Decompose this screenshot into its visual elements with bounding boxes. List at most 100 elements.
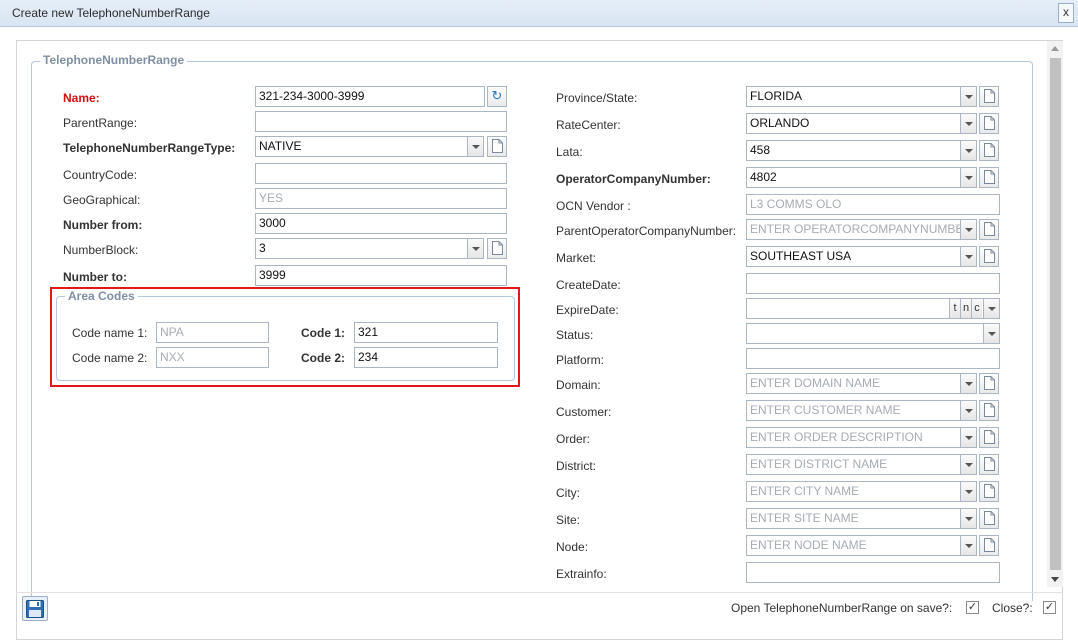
number-from-input[interactable]: 3000 (255, 213, 507, 234)
create-date-label: CreateDate: (556, 278, 621, 292)
parent-ocn-page-button[interactable] (979, 219, 999, 240)
node-select[interactable]: ENTER NODE NAME (746, 535, 977, 556)
lata-page-button[interactable] (979, 140, 999, 161)
rate-center-select[interactable]: ORLANDO (746, 113, 977, 134)
range-type-select[interactable]: NATIVE (255, 136, 483, 157)
page-icon (984, 170, 995, 184)
platform-label: Platform: (556, 353, 605, 367)
customer-select[interactable]: ENTER CUSTOMER NAME (746, 400, 977, 421)
scroll-thumb[interactable] (1050, 58, 1061, 570)
number-to-input[interactable]: 3999 (255, 265, 507, 286)
parent-ocn-select[interactable]: ENTER OPERATORCOMPANYNUMBER (746, 219, 977, 240)
refresh-icon: ↻ (491, 88, 503, 103)
number-block-dropdown-button[interactable] (467, 238, 484, 259)
order-select[interactable]: ENTER ORDER DESCRIPTION (746, 427, 977, 448)
number-block-page-button[interactable] (487, 238, 507, 259)
country-code-label: CountryCode: (63, 168, 138, 182)
expire-date-clear-button[interactable]: c (971, 299, 982, 318)
domain-dropdown-button[interactable] (960, 373, 977, 394)
code-name-2-label: Code name 2: (72, 351, 148, 365)
code-name-2-input[interactable]: NXX (156, 347, 269, 368)
domain-select[interactable]: ENTER DOMAIN NAME (746, 373, 977, 394)
market-page-button[interactable] (979, 246, 999, 267)
extrainfo-label: Extrainfo: (556, 567, 607, 581)
refresh-name-button[interactable]: ↻ (487, 86, 507, 107)
order-dropdown-button[interactable] (960, 427, 977, 448)
area-codes-legend: Area Codes (65, 289, 138, 303)
district-page-button[interactable] (979, 454, 999, 475)
node-dropdown-button[interactable] (960, 535, 977, 556)
parent-ocn-dropdown-button[interactable] (960, 219, 977, 240)
code-2-label: Code 2: (301, 351, 346, 365)
district-label: District: (556, 459, 596, 473)
expire-date-label: ExpireDate: (556, 303, 619, 317)
expire-date-dropdown-button[interactable] (983, 298, 1000, 319)
province-state-page-button[interactable] (979, 86, 999, 107)
market-dropdown-button[interactable] (960, 246, 977, 267)
operator-company-number-page-button[interactable] (979, 167, 999, 188)
close-button[interactable]: x (1058, 3, 1074, 23)
site-dropdown-button[interactable] (960, 508, 977, 529)
parent-range-input[interactable] (255, 111, 507, 132)
province-state-label: Province/State: (556, 91, 638, 105)
district-dropdown-button[interactable] (960, 454, 977, 475)
code-1-input[interactable]: 321 (354, 322, 498, 343)
city-select[interactable]: ENTER CITY NAME (746, 481, 977, 502)
customer-page-button[interactable] (979, 400, 999, 421)
rate-center-page-button[interactable] (979, 113, 999, 134)
domain-page-button[interactable] (979, 373, 999, 394)
code-name-1-input[interactable]: NPA (156, 322, 269, 343)
close-after-save-checkbox[interactable]: ✓ (1043, 601, 1056, 614)
name-label: Name: (63, 91, 100, 105)
range-type-page-button[interactable] (487, 136, 507, 157)
expire-date-now-button[interactable]: n (960, 299, 971, 318)
open-on-save-label: Open TelephoneNumberRange on save?: (731, 601, 953, 615)
page-icon (984, 249, 995, 263)
country-code-input[interactable] (255, 163, 507, 184)
number-block-select[interactable]: 3 (255, 238, 483, 259)
number-to-label: Number to: (63, 270, 127, 284)
market-select[interactable]: SOUTHEAST USA (746, 246, 977, 267)
province-state-dropdown-button[interactable] (960, 86, 977, 107)
ocn-vendor-input[interactable]: L3 COMMS OLO (746, 194, 1000, 215)
node-page-button[interactable] (979, 535, 999, 556)
page-icon (984, 143, 995, 157)
site-select[interactable]: ENTER SITE NAME (746, 508, 977, 529)
district-select[interactable]: ENTER DISTRICT NAME (746, 454, 977, 475)
rate-center-dropdown-button[interactable] (960, 113, 977, 134)
platform-input[interactable] (746, 348, 1000, 369)
extrainfo-input[interactable] (746, 562, 1000, 583)
page-icon (984, 538, 995, 552)
city-dropdown-button[interactable] (960, 481, 977, 502)
code-2-input[interactable]: 234 (354, 347, 498, 368)
status-select[interactable] (746, 323, 1000, 344)
province-state-select[interactable]: FLORIDA (746, 86, 977, 107)
range-type-dropdown-button[interactable] (467, 136, 484, 157)
scroll-up-icon[interactable] (1051, 46, 1059, 51)
save-button[interactable] (22, 596, 48, 621)
vertical-scrollbar[interactable] (1047, 41, 1063, 587)
expire-date-today-button[interactable]: t (949, 299, 960, 318)
operator-company-number-dropdown-button[interactable] (960, 167, 977, 188)
order-label: Order: (556, 432, 591, 446)
order-page-button[interactable] (979, 427, 999, 448)
scroll-down-icon[interactable] (1051, 577, 1059, 582)
fieldset-legend: TelephoneNumberRange (40, 53, 188, 67)
page-icon (492, 241, 503, 255)
create-date-input[interactable] (746, 273, 1000, 294)
city-page-button[interactable] (979, 481, 999, 502)
customer-dropdown-button[interactable] (960, 400, 977, 421)
lata-dropdown-button[interactable] (960, 140, 977, 161)
operator-company-number-label: OperatorCompanyNumber: (556, 172, 711, 186)
lata-label: Lata: (556, 145, 583, 159)
site-page-button[interactable] (979, 508, 999, 529)
name-input[interactable]: 321-234-3000-3999 (255, 86, 485, 107)
range-type-label: TelephoneNumberRangeType: (63, 141, 236, 155)
lata-select[interactable]: 458 (746, 140, 977, 161)
number-from-label: Number from: (63, 218, 143, 232)
page-icon (492, 139, 503, 153)
geographical-input[interactable]: YES (255, 188, 507, 209)
status-dropdown-button[interactable] (983, 323, 1000, 344)
operator-company-number-select[interactable]: 4802 (746, 167, 977, 188)
open-on-save-checkbox[interactable]: ✓ (966, 601, 979, 614)
